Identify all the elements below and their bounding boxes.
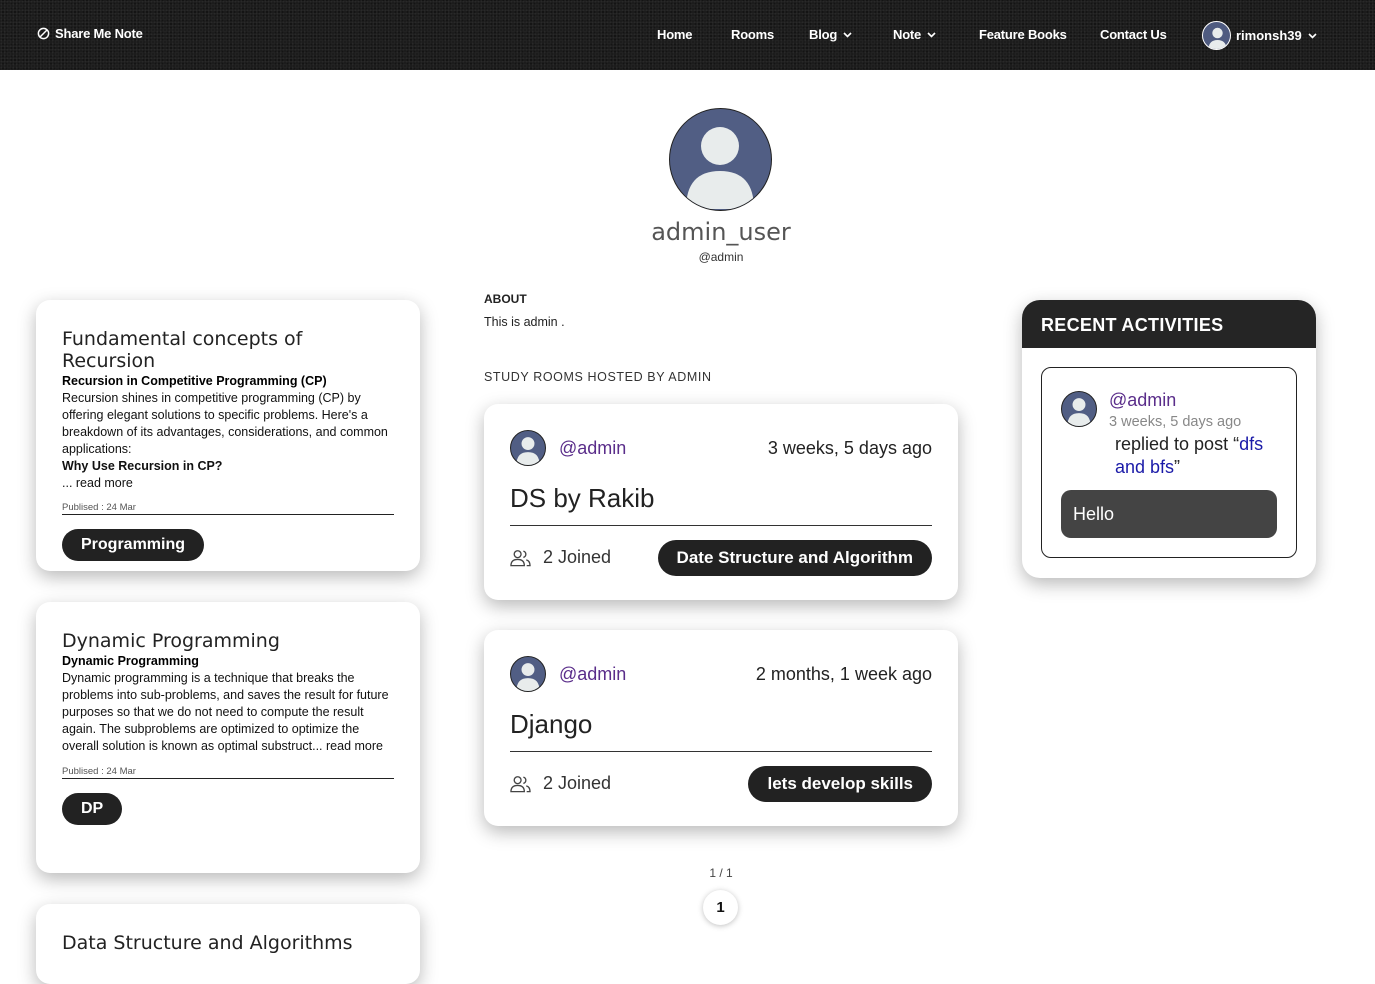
user-avatar-icon [516, 437, 540, 465]
rooms-section-label: STUDY ROOMS HOSTED BY ADMIN [484, 370, 712, 384]
users-icon [510, 549, 531, 566]
blog-published-date: Publised : 24 Mar [62, 502, 394, 515]
about-text: This is admin . [484, 315, 565, 329]
blog-excerpt-text: Recursion shines in competitive programm… [62, 391, 388, 456]
activity-user-link[interactable]: @admin [1109, 390, 1176, 411]
blog-published-date: Publised : 24 Mar [62, 766, 394, 779]
pagination-status: 1 / 1 [709, 866, 733, 880]
room-host-link[interactable]: @admin [559, 664, 626, 685]
activity-action-text: replied to post “ [1115, 434, 1240, 454]
room-host-link[interactable]: @admin [559, 438, 626, 459]
blog-title[interactable]: Dynamic Programming [62, 630, 394, 652]
blog-title[interactable]: Data Structure and Algorithms [62, 932, 394, 954]
user-avatar-icon [1067, 398, 1091, 426]
room-card[interactable]: @admin 3 weeks, 5 days ago DS by Rakib 2… [484, 404, 958, 600]
avatar [1202, 21, 1231, 50]
profile-handle: @admin [698, 250, 744, 264]
blog-subtitle: Dynamic Programming [62, 654, 199, 668]
username-label: rimonsh39 [1236, 28, 1302, 43]
chevron-down-icon [843, 31, 852, 38]
room-joined-count: 2 Joined [543, 773, 612, 793]
activity-close-quote: ” [1174, 457, 1181, 477]
room-card[interactable]: @admin 2 months, 1 week ago Django 2 Joi… [484, 630, 958, 826]
room-joined-count: 2 Joined [543, 547, 612, 567]
pagination-page-button[interactable]: 1 [703, 890, 738, 925]
brand-link[interactable]: Share Me Note [37, 26, 143, 41]
chevron-down-icon [1308, 32, 1317, 39]
read-more-link[interactable]: ... read more [62, 476, 133, 490]
brand-label: Share Me Note [55, 26, 143, 41]
profile-name: admin_user [651, 218, 791, 246]
room-timestamp: 2 months, 1 week ago [755, 664, 932, 684]
nav-contact-us-label: Contact Us [1100, 27, 1167, 42]
chevron-down-icon [927, 31, 936, 38]
profile-avatar [669, 108, 772, 211]
room-participants: 2 Joined [510, 773, 611, 794]
avatar[interactable] [510, 430, 546, 466]
blog-excerpt-heading: Why Use Recursion in CP? [62, 459, 223, 473]
blog-tag[interactable]: DP [62, 793, 123, 825]
user-avatar-icon [686, 127, 754, 209]
users-icon [510, 775, 531, 792]
about-label: ABOUT [484, 292, 527, 306]
room-title[interactable]: DS by Rakib [510, 483, 655, 514]
nav-blog-label: Blog [809, 27, 838, 42]
user-avatar-icon [1208, 27, 1227, 49]
avatar[interactable] [510, 656, 546, 692]
user-menu-dropdown[interactable]: rimonsh39 [1202, 21, 1317, 50]
nav-note-label: Note [893, 27, 922, 42]
blog-excerpt: Recursion shines in competitive programm… [62, 390, 394, 492]
nav-home-label: Home [657, 27, 693, 42]
room-topic-tag[interactable]: Date Structure and Algorithm [657, 540, 932, 576]
activity-timestamp: 3 weeks, 5 days ago [1109, 414, 1242, 430]
nav-rooms[interactable]: Rooms [731, 27, 774, 42]
user-avatar-icon [516, 663, 540, 691]
blog-tag[interactable]: Programming [62, 529, 205, 561]
nav-note-dropdown[interactable]: Note [893, 27, 936, 42]
blog-excerpt: Dynamic programming is a technique that … [62, 671, 389, 753]
room-timestamp: 3 weeks, 5 days ago [767, 438, 932, 458]
activity-description: replied to post “dfs and bfs” [1115, 433, 1285, 479]
recent-activities-panel: RECENT ACTIVITIES @admin 3 weeks, 5 days… [1022, 300, 1316, 578]
blog-subtitle: Recursion in Competitive Programming (CP… [62, 374, 327, 388]
activity-item: @admin 3 weeks, 5 days ago replied to po… [1041, 367, 1297, 558]
avatar[interactable] [1061, 391, 1097, 427]
activity-reply-bubble: Hello [1061, 490, 1277, 538]
nav-contact-us[interactable]: Contact Us [1100, 27, 1167, 42]
room-title[interactable]: Django [510, 709, 592, 740]
room-topic-tag[interactable]: lets develop skills [748, 766, 932, 802]
recent-activities-header: RECENT ACTIVITIES [1022, 300, 1316, 348]
blog-card[interactable]: Data Structure and Algorithms [36, 904, 420, 984]
nav-blog-dropdown[interactable]: Blog [809, 27, 852, 42]
nav-feature-books[interactable]: Feature Books [979, 27, 1067, 42]
blog-card[interactable]: Dynamic Programming Dynamic Programming … [36, 602, 420, 873]
leaf-logo-icon [37, 27, 50, 40]
blog-card[interactable]: Fundamental concepts of Recursion Recurs… [36, 300, 420, 571]
blog-title[interactable]: Fundamental concepts of Recursion [62, 328, 394, 372]
divider [510, 751, 932, 752]
nav-rooms-label: Rooms [731, 27, 775, 42]
room-participants: 2 Joined [510, 547, 611, 568]
divider [510, 525, 932, 526]
top-navbar: Share Me Note Home Rooms Blog Note Featu… [0, 0, 1375, 70]
nav-feature-books-label: Feature Books [979, 27, 1067, 42]
nav-home[interactable]: Home [657, 27, 693, 42]
